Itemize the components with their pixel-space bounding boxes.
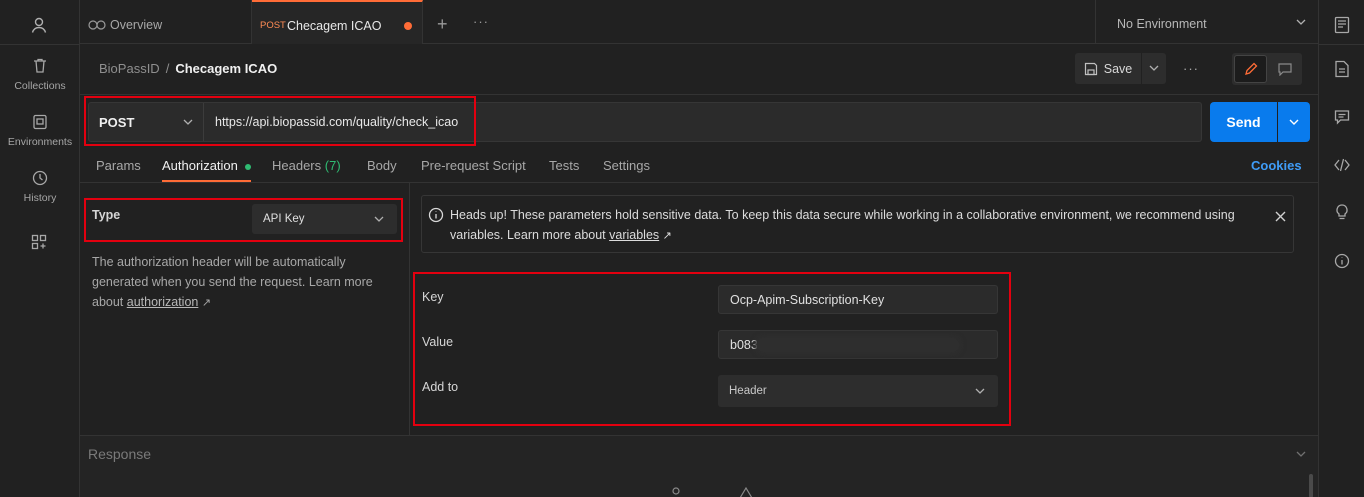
edit-mode-button[interactable]	[1234, 55, 1267, 83]
tab-prerequest-script[interactable]: Pre-request Script	[421, 158, 526, 173]
send-button[interactable]: Send	[1210, 102, 1277, 142]
tab-settings[interactable]: Settings	[603, 158, 650, 173]
variables-link[interactable]: variables	[609, 228, 659, 242]
tab-label: Authorization	[162, 158, 238, 173]
illustration-icon	[672, 486, 753, 497]
external-link-icon: ↗	[201, 297, 212, 309]
left-sidebar: Collections Environments History	[0, 0, 80, 497]
chevron-down-icon	[1289, 119, 1299, 125]
save-label: Save	[1103, 61, 1133, 76]
authorization-link[interactable]: authorization	[127, 295, 199, 309]
history-icon	[32, 170, 48, 186]
view-mode-toggle	[1232, 53, 1302, 85]
tab-active-request[interactable]: POST Checagem ICAO	[252, 0, 423, 44]
info-icon	[428, 207, 444, 223]
highlight-box	[84, 198, 403, 242]
info-icon[interactable]	[1334, 253, 1350, 269]
tab-label: Headers	[272, 158, 322, 173]
sensitive-data-notice: Heads up! These parameters hold sensitiv…	[421, 195, 1294, 253]
more-tabs-icon[interactable]: ···	[473, 14, 489, 29]
notice-message: Heads up! These parameters hold sensitiv…	[450, 208, 1235, 242]
new-tab-button[interactable]: +	[437, 15, 448, 33]
chevron-down-icon[interactable]	[1296, 451, 1306, 458]
user-icon[interactable]	[30, 16, 48, 37]
breadcrumb-parent[interactable]: BioPassID	[99, 61, 160, 76]
highlight-box	[84, 96, 476, 146]
tab-tests[interactable]: Tests	[549, 158, 579, 173]
breadcrumb: BioPassID / Checagem ICAO	[99, 61, 277, 76]
page-title: Checagem ICAO	[175, 61, 278, 76]
sidebar-item-history[interactable]: History	[0, 169, 80, 204]
tab-body[interactable]: Body	[367, 158, 397, 173]
environment-quick-look-icon[interactable]	[1334, 16, 1350, 34]
unsaved-dot-icon[interactable]	[404, 22, 412, 30]
auth-description: The authorization header will be automat…	[92, 252, 392, 313]
scrollbar[interactable]	[1309, 474, 1313, 497]
active-dot-icon	[244, 163, 251, 170]
tab-method: POST	[260, 20, 286, 31]
tab-params[interactable]: Params	[96, 158, 141, 173]
code-icon[interactable]	[1334, 158, 1350, 172]
cookies-link[interactable]: Cookies	[1251, 158, 1302, 173]
headers-count: (7)	[324, 158, 341, 173]
tab-headers[interactable]: Headers (7)	[272, 158, 341, 173]
comments-icon[interactable]	[1334, 109, 1350, 125]
tab-bar: Overview POST Checagem ICAO + ··· No Env…	[80, 0, 1318, 44]
environment-icon	[33, 114, 47, 130]
sidebar-item-label: History	[23, 192, 57, 204]
notice-text: Heads up! These parameters hold sensitiv…	[450, 205, 1265, 246]
environment-selector[interactable]: No Environment	[1095, 0, 1318, 44]
chevron-down-icon	[1149, 65, 1159, 71]
documentation-icon[interactable]	[1334, 60, 1350, 78]
lightbulb-icon[interactable]	[1334, 203, 1350, 221]
comment-icon	[1277, 62, 1292, 76]
panel-divider	[409, 183, 410, 435]
overview-icon	[88, 20, 106, 30]
save-options-button[interactable]	[1142, 53, 1166, 84]
external-link-icon: ↗	[662, 230, 672, 242]
sidebar-item-environments[interactable]: Environments	[0, 113, 80, 148]
environment-label: No Environment	[1117, 17, 1207, 31]
tab-overview[interactable]: Overview	[88, 6, 162, 44]
sidebar-item-label: Collections	[14, 80, 66, 92]
chevron-down-icon	[1296, 19, 1306, 25]
tab-label: Overview	[110, 18, 163, 32]
pencil-icon	[1244, 62, 1257, 75]
trash-can-icon	[34, 58, 46, 73]
right-sidebar	[1318, 0, 1364, 497]
save-icon	[1084, 62, 1097, 75]
more-actions-icon[interactable]: ···	[1183, 61, 1199, 76]
send-label: Send	[1226, 114, 1261, 130]
breadcrumb-separator: /	[165, 61, 170, 76]
response-label: Response	[88, 446, 152, 462]
sidebar-item-collections[interactable]: Collections	[0, 57, 80, 92]
configure-workspace-icon[interactable]	[31, 234, 47, 253]
tab-authorization[interactable]: Authorization	[162, 158, 251, 182]
tab-label: Checagem ICAO	[287, 19, 382, 33]
sidebar-item-label: Environments	[7, 136, 73, 148]
save-button[interactable]: Save	[1075, 53, 1141, 84]
highlight-box	[413, 272, 1011, 426]
response-pane: Response	[80, 435, 1318, 497]
comment-mode-button[interactable]	[1269, 55, 1300, 83]
close-icon[interactable]	[1275, 211, 1286, 222]
send-options-button[interactable]	[1278, 102, 1310, 142]
